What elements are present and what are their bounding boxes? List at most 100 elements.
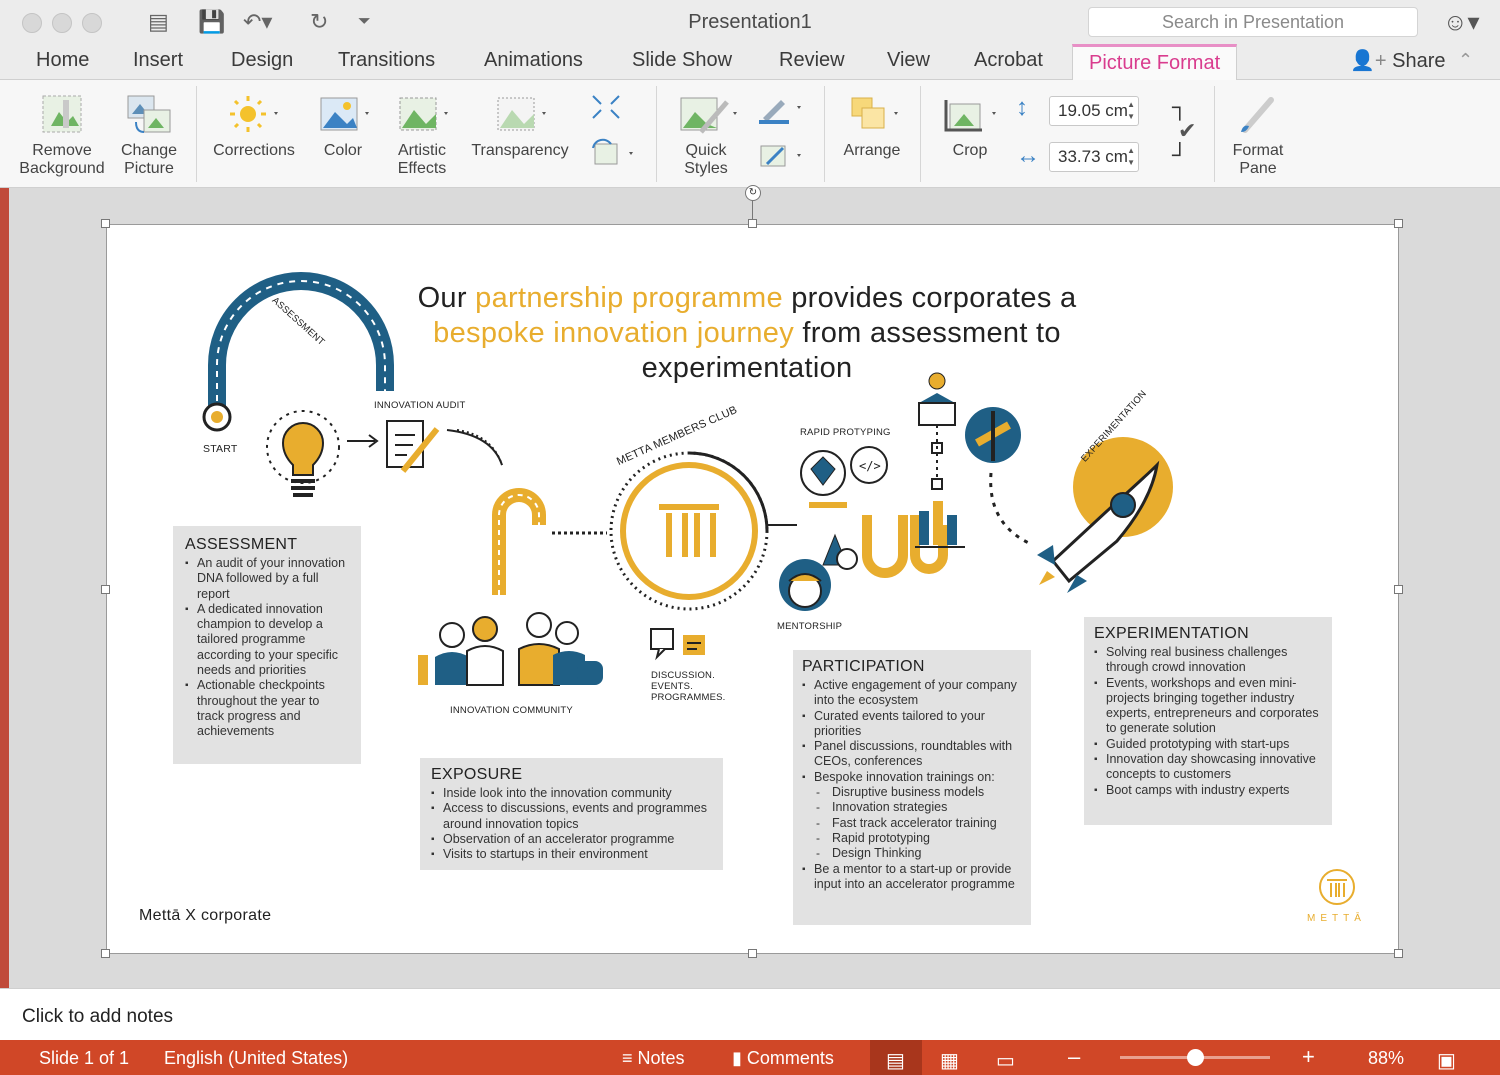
- tab-view[interactable]: View: [887, 49, 930, 72]
- feedback-smiley-icon[interactable]: ☺▾: [1443, 8, 1480, 37]
- resize-handle-se[interactable]: [1394, 949, 1403, 958]
- list-item: Active engagement of your company into t…: [802, 678, 1022, 709]
- picture-border-button[interactable]: [754, 92, 810, 131]
- quick-styles-icon: [680, 97, 737, 134]
- zoom-in-button[interactable]: +: [1302, 1044, 1315, 1070]
- resize-handle-n[interactable]: [748, 219, 757, 228]
- transparency-button[interactable]: Transparency: [464, 92, 576, 160]
- resize-handle-w[interactable]: [101, 585, 110, 594]
- resize-handle-sw[interactable]: [101, 949, 110, 958]
- resize-handle-nw[interactable]: [101, 219, 110, 228]
- reset-picture-icon: [592, 138, 633, 165]
- tab-insert[interactable]: Insert: [133, 49, 183, 72]
- participation-title: PARTICIPATION: [802, 658, 925, 675]
- undo-icon[interactable]: ↶▾: [243, 9, 272, 35]
- reset-picture-button[interactable]: [586, 138, 642, 173]
- minimize-window-button[interactable]: [52, 13, 72, 33]
- remove-background-button[interactable]: Remove Background: [14, 92, 110, 178]
- fit-to-window-icon[interactable]: ▣: [1437, 1048, 1456, 1073]
- ribbon: Remove Background Change Picture Correctio…: [0, 80, 1500, 188]
- rocket-icon: [1037, 437, 1173, 593]
- picture-effects-icon: [760, 145, 801, 167]
- search-input[interactable]: Search in Presentation: [1088, 7, 1418, 37]
- assessment-box: ASSESSMENT An audit of your innovation D…: [173, 526, 361, 764]
- resize-handle-ne[interactable]: [1394, 219, 1403, 228]
- tab-animations[interactable]: Animations: [484, 49, 583, 72]
- notes-placeholder: Click to add notes: [22, 1006, 174, 1027]
- picture-border-icon: [759, 100, 801, 124]
- zoom-window-button[interactable]: [82, 13, 102, 33]
- zoom-slider[interactable]: [1120, 1049, 1270, 1066]
- artistic-effects-button[interactable]: Artistic Effects: [386, 92, 458, 178]
- tab-home[interactable]: Home: [36, 49, 89, 72]
- sidebar-toggle-icon[interactable]: ▤: [148, 9, 169, 35]
- tab-design[interactable]: Design: [231, 49, 293, 72]
- artistic-effects-icon: [399, 97, 448, 131]
- picture-effects-button[interactable]: [754, 140, 810, 175]
- list-item: An audit of your innovation DNA followed…: [185, 556, 349, 602]
- participation-box: PARTICIPATION Active engagement of your …: [793, 650, 1031, 925]
- audit-clipboard-icon: [386, 420, 440, 473]
- reading-view-icon[interactable]: ▭: [996, 1048, 1015, 1073]
- color-button[interactable]: Color: [308, 92, 378, 160]
- width-icon: ↔: [1016, 142, 1040, 169]
- tab-slide-show[interactable]: Slide Show: [632, 49, 732, 72]
- format-pane-button[interactable]: Format Pane: [1222, 92, 1294, 178]
- lock-bottom-bracket-icon: ┘: [1172, 142, 1188, 167]
- experimentation-box: EXPERIMENTATION Solving real business ch…: [1084, 617, 1332, 825]
- slide-sorter-icon[interactable]: ▦: [940, 1048, 959, 1073]
- height-icon: ↕: [1016, 94, 1028, 121]
- list-item: Access to discussions, events and progra…: [431, 801, 712, 832]
- zoom-slider-knob[interactable]: [1187, 1049, 1204, 1066]
- arrange-button[interactable]: Arrange: [834, 92, 910, 160]
- arrange-icon: [851, 97, 898, 129]
- tab-picture-format[interactable]: Picture Format: [1072, 44, 1238, 81]
- color-picture-icon: [320, 97, 369, 131]
- resize-handle-e[interactable]: [1394, 585, 1403, 594]
- list-item: Curated events tailored to your prioriti…: [802, 709, 1022, 740]
- language-indicator[interactable]: English (United States): [164, 1048, 348, 1069]
- tab-review[interactable]: Review: [779, 49, 845, 72]
- zoom-out-button[interactable]: –: [1068, 1044, 1080, 1070]
- sub-list-item: Design Thinking: [802, 846, 1022, 862]
- compress-pictures-button[interactable]: [586, 92, 626, 127]
- customize-toolbar-icon[interactable]: ⏷: [358, 9, 371, 35]
- list-item: Inside look into the innovation communit…: [431, 786, 712, 802]
- mentorship-person-icon: [779, 559, 831, 611]
- list-item: Boot camps with industry experts: [1094, 783, 1322, 799]
- notes-toggle-button[interactable]: ≡ Notes: [622, 1048, 685, 1069]
- mentorship-label: MENTORSHIP: [777, 621, 843, 632]
- height-input[interactable]: 19.05 cm ▲ ▼: [1049, 96, 1139, 126]
- list-item: Observation of an accelerator programme: [431, 832, 712, 848]
- resize-handle-s[interactable]: [748, 949, 757, 958]
- crop-button[interactable]: Crop: [930, 92, 1010, 160]
- notes-pane[interactable]: Click to add notes: [0, 988, 1500, 1040]
- tab-transitions[interactable]: Transitions: [338, 49, 435, 72]
- lock-aspect-ratio-checkbox[interactable]: ✔: [1178, 118, 1196, 144]
- share-button[interactable]: 👤+ Share: [1350, 48, 1446, 73]
- list-item: Actionable checkpoints throughout the ye…: [185, 678, 349, 739]
- save-icon[interactable]: 💾: [198, 9, 225, 35]
- redo-icon[interactable]: ↻: [310, 9, 328, 35]
- tab-acrobat[interactable]: Acrobat: [974, 49, 1043, 72]
- comments-button[interactable]: ▮ Comments: [732, 1048, 834, 1069]
- width-input[interactable]: 33.73 cm ▲ ▼: [1049, 142, 1139, 172]
- zoom-level[interactable]: 88%: [1368, 1048, 1404, 1069]
- discussion-icons: [650, 628, 705, 661]
- change-picture-icon: [127, 95, 171, 133]
- quick-styles-button[interactable]: Quick Styles: [664, 92, 748, 178]
- rotate-handle-icon[interactable]: ↻: [745, 185, 761, 201]
- sub-list-item: Fast track accelerator training: [802, 816, 1022, 832]
- corrections-button[interactable]: Corrections: [204, 92, 304, 160]
- rapid-prototyping-label: RAPID PROTYPING: [800, 427, 891, 438]
- innovation-community-people-icon: [418, 612, 603, 686]
- slide[interactable]: Our partnership programme provides corpo…: [106, 224, 1399, 954]
- slide-counter: Slide 1 of 1: [39, 1048, 130, 1068]
- chart-bars-icon: [915, 501, 965, 548]
- list-item: Innovation day showcasing innovative con…: [1094, 752, 1322, 783]
- change-picture-button[interactable]: Change Picture: [112, 92, 186, 178]
- title-bar: ▤ 💾 ↶▾ ↻ ⏷ Presentation1 Search in Prese…: [0, 0, 1500, 44]
- collapse-ribbon-icon[interactable]: ⌃: [1458, 50, 1473, 71]
- close-window-button[interactable]: [22, 13, 42, 33]
- discussion-events-label: DISCUSSION. EVENTS. PROGRAMMES.: [651, 670, 726, 703]
